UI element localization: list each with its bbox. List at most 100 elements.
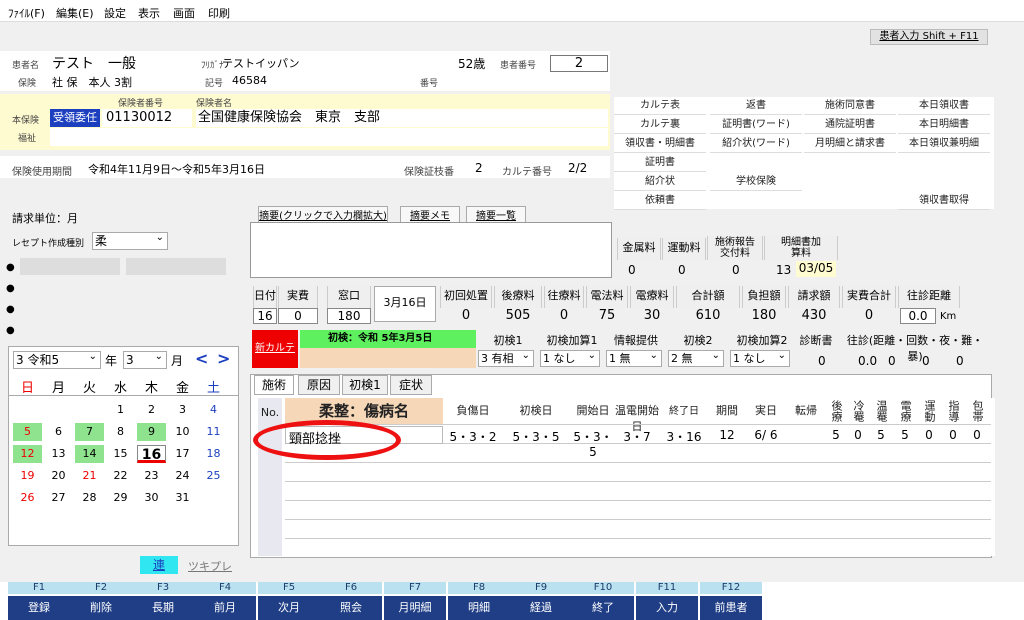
calendar-day[interactable]: 24 (168, 467, 197, 485)
menu-view[interactable]: 表示 (138, 5, 160, 21)
doc-menu-item[interactable]: 本日領収兼明細 (898, 135, 990, 153)
fkey-button[interactable]: 照会 (320, 596, 382, 620)
doc-menu-item[interactable]: 証明書 (614, 154, 706, 172)
doc-menu-item[interactable]: カルテ裏 (614, 116, 706, 134)
calendar-day[interactable]: 25 (199, 467, 228, 485)
shoken-select[interactable]: 1 無 (606, 348, 662, 367)
calendar-day[interactable]: 31 (168, 489, 197, 507)
fkey-button[interactable]: 入力 (636, 596, 698, 620)
distance-input[interactable]: 0.0 (900, 308, 936, 324)
doc-menu-item[interactable]: 本日領収書 (898, 97, 990, 115)
calendar-day[interactable]: 28 (75, 489, 104, 507)
doc-menu-item[interactable]: 証明書(ワード) (710, 116, 802, 134)
menu-screen[interactable]: 画面 (173, 5, 195, 21)
era-year-select[interactable]: 3 令和5 (13, 349, 101, 369)
menu-print[interactable]: 印刷 (208, 5, 230, 21)
shoken-select[interactable]: 1 なし (540, 348, 600, 367)
patient-input-link[interactable]: 患者入力 Shift + F11 (870, 29, 988, 45)
fee-input[interactable]: 16 (253, 308, 277, 324)
fee-input[interactable]: 180 (327, 308, 371, 324)
doc-menu-item[interactable]: 施術同意書 (804, 97, 896, 115)
calendar-day[interactable]: 15 (106, 445, 135, 463)
calendar-day[interactable]: 4 (199, 401, 228, 419)
kigo-value: 46584 (232, 74, 267, 87)
tab[interactable]: 施術 (254, 375, 294, 395)
calendar-day[interactable]: 26 (13, 489, 42, 507)
tab[interactable]: 症状 (390, 375, 432, 395)
calendar-day[interactable]: 14 (75, 445, 104, 463)
calendar-day[interactable]: 27 (44, 489, 73, 507)
fkey-button[interactable]: 前月 (194, 596, 256, 620)
fkey-button[interactable]: 削除 (70, 596, 132, 620)
fkey-button[interactable]: 前患者 (700, 596, 762, 620)
calendar-day[interactable]: 8 (106, 423, 135, 441)
tsukiple-link[interactable]: ツキプレ (188, 558, 232, 574)
calendar-day[interactable]: 17 (168, 445, 197, 463)
insurer-name-field[interactable]: 全国健康保険協会 東京 支部 (196, 109, 608, 127)
doc-menu-item[interactable]: 通院証明書 (804, 116, 896, 134)
menu-edit[interactable]: 編集(E) (56, 5, 94, 21)
calendar-day[interactable]: 7 (75, 423, 104, 441)
menu-settings[interactable]: 設定 (104, 5, 126, 21)
memo-tab-list[interactable]: 摘要一覧 (466, 206, 526, 222)
new-karte-button[interactable]: 新カルテ (252, 330, 298, 368)
calendar-day[interactable]: 30 (137, 489, 166, 507)
tab[interactable]: 初検1 (342, 375, 388, 395)
fkey-button[interactable]: 長期 (132, 596, 194, 620)
shoken-select[interactable]: 2 無 (668, 348, 724, 367)
calendar-day[interactable]: 20 (44, 467, 73, 485)
calendar-day[interactable]: 18 (199, 445, 228, 463)
calendar-day[interactable]: 11 (199, 423, 228, 441)
memo-tab-memo[interactable]: 摘要メモ (400, 206, 460, 222)
shoken-select[interactable]: 1 なし (730, 348, 790, 367)
insurer-no-field[interactable]: 01130012 (102, 109, 192, 127)
shoken-select[interactable]: 3 有相 (478, 348, 534, 367)
welfare-field[interactable] (50, 128, 608, 146)
calendar-day[interactable]: 12 (13, 445, 42, 463)
calendar-day[interactable]: 5 (13, 423, 42, 441)
calendar-day[interactable]: 1 (106, 401, 135, 419)
calendar-day[interactable]: 19 (13, 467, 42, 485)
doc-menu-item[interactable]: 返書 (710, 97, 802, 115)
fee-input[interactable]: 0 (278, 308, 318, 324)
menu-file[interactable]: ﾌｧｲﾙ(F) (8, 5, 45, 21)
calendar-day[interactable]: 23 (137, 467, 166, 485)
calendar-day[interactable]: 6 (44, 423, 73, 441)
doc-menu-item[interactable]: 領収書・明細書 (614, 135, 706, 153)
doc-menu-item[interactable]: 学校保険 (710, 173, 802, 191)
calendar-day[interactable]: 21 (75, 467, 104, 485)
calendar-day[interactable]: 22 (106, 467, 135, 485)
patient-age: 52歳 (458, 57, 486, 71)
doc-menu-item[interactable]: 紹介状 (614, 173, 706, 191)
doc-menu-item[interactable]: カルテ表 (614, 97, 706, 115)
doc-menu-item[interactable]: 月明細と請求書 (804, 135, 896, 153)
fkey-button[interactable]: 月明細 (384, 596, 446, 620)
calendar-day[interactable]: 16 (137, 445, 166, 463)
calendar-day[interactable]: 13 (44, 445, 73, 463)
table-cell: 3・16 (666, 430, 702, 444)
fkey-button[interactable]: 次月 (258, 596, 320, 620)
doc-menu-item[interactable]: 領収書取得 (898, 192, 990, 210)
calendar-day[interactable]: 29 (106, 489, 135, 507)
detail-fee-value: 13 (776, 263, 792, 277)
fkey-button[interactable]: 終了 (572, 596, 634, 620)
doc-menu-item[interactable]: 依頼書 (614, 192, 706, 210)
receipt-type-select[interactable]: 柔 (92, 230, 168, 250)
ren-button[interactable]: 連 (140, 556, 178, 574)
doc-menu-item[interactable]: 本日明細書 (898, 116, 990, 134)
calendar-day[interactable]: 9 (137, 423, 166, 441)
memo-textarea[interactable] (250, 222, 612, 278)
doc-menu-item[interactable]: 紹介状(ワード) (710, 135, 802, 153)
calendar-day[interactable]: 10 (168, 423, 197, 441)
fkey-button[interactable]: 登録 (8, 596, 70, 620)
tab[interactable]: 原因 (298, 375, 340, 395)
fkey-button[interactable]: 経過 (510, 596, 572, 620)
calendar-day[interactable]: 3 (168, 401, 197, 419)
fkey-button[interactable]: 明細 (448, 596, 510, 620)
calendar-day[interactable]: 2 (137, 401, 166, 419)
month-select[interactable]: 3 (123, 349, 167, 369)
next-month-button[interactable]: > (217, 349, 230, 368)
patient-id-field[interactable]: 2 (550, 55, 608, 72)
prev-month-button[interactable]: < (195, 349, 208, 368)
memo-tab-expand[interactable]: 摘要(クリックで入力欄拡大) (258, 206, 388, 222)
